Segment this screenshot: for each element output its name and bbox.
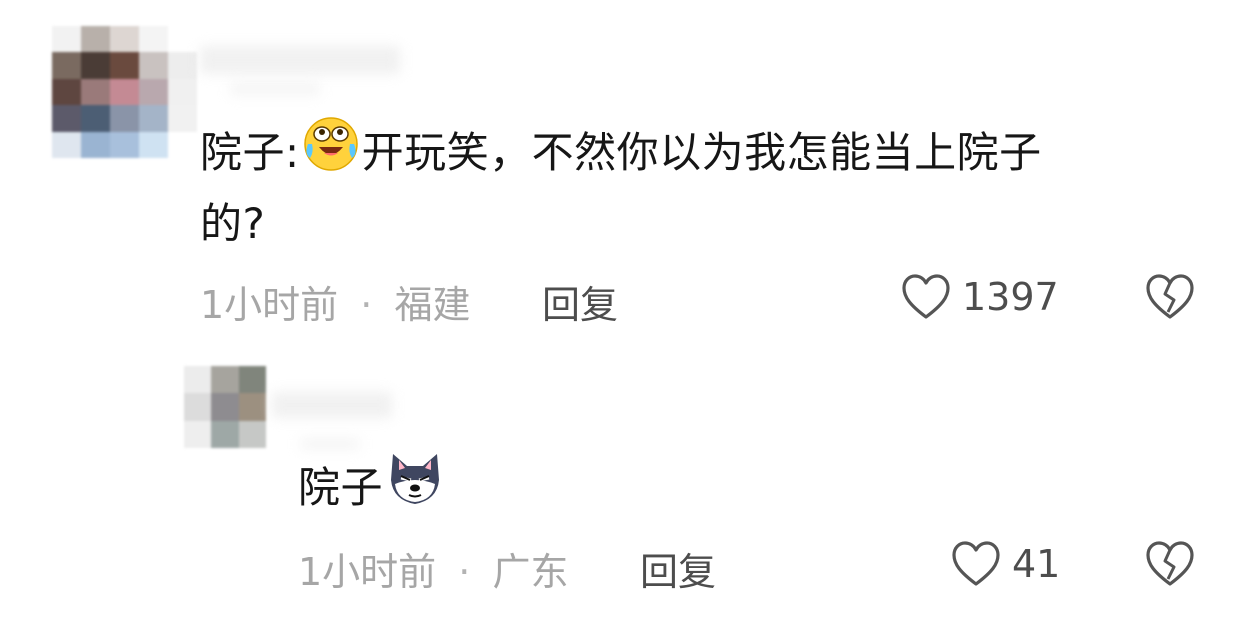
broken-heart-icon — [1144, 272, 1196, 322]
timestamp: 1小时前 — [200, 283, 339, 327]
reply-text: 院子 — [298, 454, 447, 527]
comment-meta: 1小时前 · 福建 — [200, 274, 470, 329]
location: 福建 — [394, 283, 471, 327]
comment-prefix: 院子: — [200, 128, 300, 177]
broken-heart-icon — [1144, 539, 1196, 589]
avatar[interactable] — [184, 366, 266, 448]
comment-text-line1: 开玩笑，不然你以为我怎能当上院子 — [361, 128, 1042, 177]
like-button[interactable]: 41 — [950, 539, 1060, 589]
username-blurred[interactable] — [200, 46, 400, 74]
timestamp: 1小时前 — [298, 550, 437, 594]
separator-dot: · — [360, 283, 373, 327]
reply-button[interactable]: 回复 — [640, 541, 716, 596]
location: 广东 — [492, 550, 569, 594]
like-button[interactable]: 1397 — [900, 272, 1059, 322]
avatar[interactable] — [52, 26, 197, 158]
comment-text-line2: 的? — [200, 199, 266, 248]
username-blurred[interactable] — [272, 392, 392, 418]
dislike-button[interactable] — [1144, 539, 1196, 593]
like-count: 1397 — [962, 275, 1059, 319]
heart-icon — [900, 272, 952, 322]
reply-text-content: 院子 — [298, 463, 384, 512]
laughing-crying-emoji-icon — [302, 114, 360, 189]
heart-icon — [950, 539, 1002, 589]
reply-meta: 1小时前 · 广东 — [298, 541, 568, 596]
comment-text: 院子: 开玩笑，不然你以为我怎能当上院子 的? — [200, 117, 1220, 255]
dislike-button[interactable] — [1144, 272, 1196, 326]
like-count: 41 — [1012, 542, 1061, 586]
reply-button[interactable]: 回复 — [542, 274, 618, 329]
husky-dog-emoji-icon — [385, 450, 445, 523]
separator-dot: · — [458, 550, 471, 594]
